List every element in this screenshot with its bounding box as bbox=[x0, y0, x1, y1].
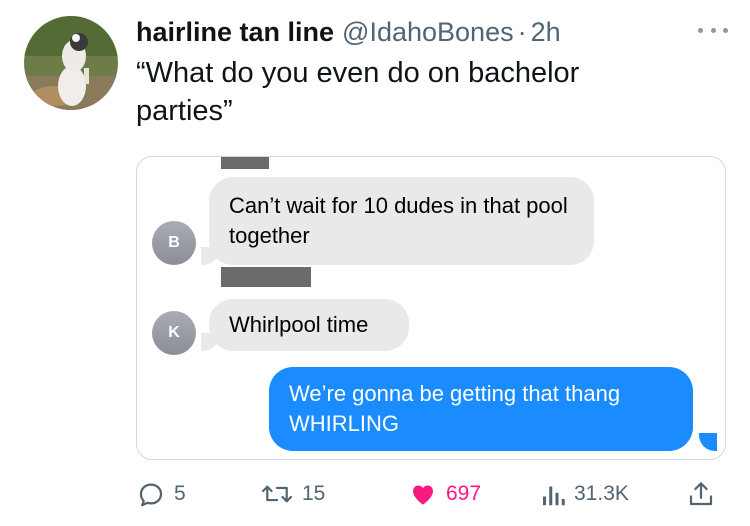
tweet-image[interactable]: B Can’t wait for 10 dudes in that pool t… bbox=[136, 156, 726, 460]
sender-avatar: K bbox=[152, 311, 196, 355]
message-text: Can’t wait for 10 dudes in that pool tog… bbox=[229, 193, 568, 248]
tweet-actions: 5 15 697 31.3K bbox=[136, 474, 730, 514]
tweet-header: hairline tan line @IdahoBones · 2h bbox=[136, 14, 730, 50]
avatar-image bbox=[24, 16, 118, 110]
bubble-tail bbox=[699, 433, 717, 451]
reply-button[interactable]: 5 bbox=[136, 474, 186, 514]
reply-icon bbox=[139, 483, 163, 507]
message-text: We’re gonna be getting that thang WHIRLI… bbox=[289, 381, 621, 436]
separator-dot: · bbox=[517, 16, 527, 47]
like-count: 697 bbox=[446, 482, 482, 505]
timestamp[interactable]: 2h bbox=[531, 17, 561, 48]
message-bubble-incoming: Can’t wait for 10 dudes in that pool tog… bbox=[209, 177, 594, 265]
bubble-tail bbox=[201, 247, 219, 265]
user-handle[interactable]: @IdahoBones bbox=[342, 17, 514, 48]
message-bubble-outgoing: We’re gonna be getting that thang WHIRLI… bbox=[269, 367, 693, 451]
view-count: 31.3K bbox=[574, 482, 629, 505]
avatar[interactable] bbox=[24, 16, 118, 110]
views-button[interactable]: 31.3K bbox=[540, 474, 629, 514]
display-name[interactable]: hairline tan line bbox=[136, 17, 334, 48]
redacted-name-bar bbox=[221, 267, 311, 287]
sender-avatar: B bbox=[152, 221, 196, 265]
redacted-name-bar bbox=[221, 157, 269, 169]
reply-count: 5 bbox=[174, 482, 186, 505]
retweet-button[interactable]: 15 bbox=[260, 474, 325, 514]
like-button[interactable]: 697 bbox=[408, 474, 481, 514]
tweet-text: “What do you even do on bachelor parties… bbox=[136, 57, 580, 127]
heart-icon bbox=[413, 485, 433, 505]
message-text: Whirlpool time bbox=[229, 312, 369, 337]
share-icon bbox=[689, 482, 713, 506]
message-bubble-incoming: Whirlpool time bbox=[209, 299, 409, 351]
retweet-count: 15 bbox=[302, 482, 326, 505]
retweet-icon bbox=[261, 485, 293, 503]
bubble-tail bbox=[201, 333, 219, 351]
more-icon[interactable] bbox=[698, 18, 728, 42]
share-button[interactable] bbox=[686, 474, 716, 514]
views-icon bbox=[543, 486, 565, 506]
